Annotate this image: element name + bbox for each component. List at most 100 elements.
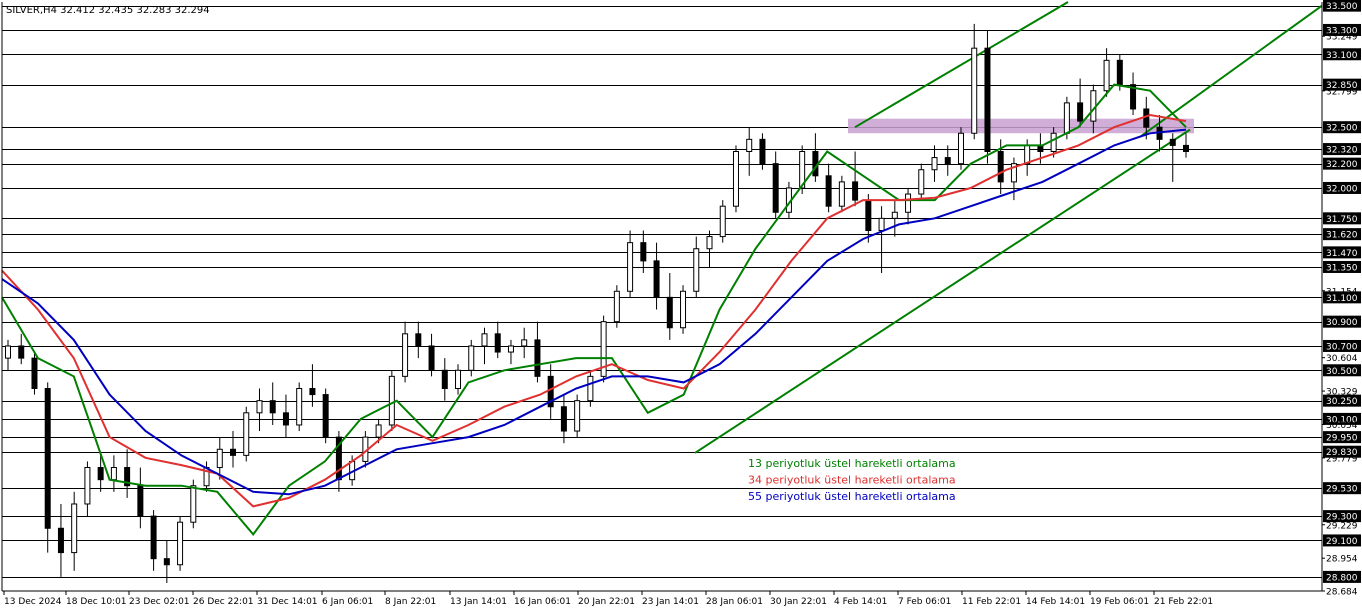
candle — [150, 510, 157, 571]
y-tick-label: 30.700 — [1326, 342, 1358, 352]
candle-body — [680, 290, 687, 329]
candle — [322, 388, 329, 444]
candle-body — [534, 339, 541, 377]
candle — [71, 491, 78, 571]
candle — [878, 206, 885, 274]
legend-item: 34 periyotluk üstel hareketli ortalama — [748, 474, 956, 487]
candle-body — [666, 296, 673, 329]
candle — [534, 321, 541, 383]
candle-body — [931, 157, 938, 171]
candle — [931, 145, 938, 182]
ema-line-2 — [1, 113, 1187, 508]
candle-body — [1116, 59, 1123, 86]
candle-body — [468, 345, 475, 371]
candle-body — [1063, 102, 1070, 134]
candle — [574, 394, 581, 438]
x-tick-label: 7 Feb 06:01 — [898, 597, 951, 607]
y-tick-label: 32.000 — [1326, 184, 1358, 194]
trend-channels — [694, 1, 1323, 454]
candle-body — [1169, 138, 1176, 146]
candle-body — [957, 132, 964, 165]
x-tick-label: 28 Jan 06:01 — [706, 597, 763, 607]
axes — [1, 2, 1323, 592]
candle-body — [944, 157, 951, 165]
candle-body — [18, 345, 25, 359]
candle — [1010, 157, 1017, 201]
y-tick-label: 33.249 — [1326, 33, 1358, 43]
candle-body — [269, 400, 276, 414]
candle-body — [1024, 144, 1031, 165]
candle — [282, 394, 289, 438]
candle-body — [494, 333, 501, 353]
x-tick-label: 14 Feb 14:01 — [1026, 597, 1085, 607]
candle-body — [1103, 59, 1110, 92]
candle — [269, 382, 276, 425]
candle-body — [574, 400, 581, 432]
candle — [402, 321, 409, 383]
candle — [719, 200, 726, 243]
candle-body — [891, 211, 898, 219]
candle-body — [865, 199, 872, 232]
candle — [640, 230, 647, 274]
candle-body — [772, 163, 779, 213]
candle-body — [1183, 144, 1189, 152]
candle-body — [1077, 102, 1084, 122]
candle-body — [455, 369, 462, 390]
y-tick-label: 29.779 — [1326, 454, 1358, 464]
candle-body — [402, 333, 409, 377]
y-tick-boxed: 33.500 — [1323, 0, 1361, 12]
candlestick-chart: 33.50033.30033.10032.85032.50032.32032.2… — [1, 0, 1361, 607]
candle-body — [322, 394, 329, 438]
candle — [507, 339, 514, 365]
candle-body — [732, 150, 739, 207]
y-tick-label: 32.320 — [1326, 146, 1358, 156]
y-tick-boxed: 31.350 — [1323, 260, 1361, 273]
candle — [1169, 133, 1176, 182]
y-tick-boxed: 33.100 — [1323, 48, 1361, 61]
candle — [428, 333, 435, 377]
x-tick-label: 13 Dec 2024 — [4, 597, 62, 607]
candle-body — [282, 412, 289, 426]
y-tick-label: 32.799 — [1326, 87, 1358, 97]
candle — [177, 516, 184, 571]
candle — [110, 455, 117, 492]
candle — [812, 133, 819, 182]
x-tick-label: 11 Feb 22:01 — [962, 597, 1021, 607]
candle — [163, 540, 170, 583]
candle — [693, 236, 700, 298]
candle-body — [57, 527, 64, 554]
y-tick-label: 33.500 — [1326, 2, 1358, 12]
candle-body — [918, 169, 925, 195]
candle-body — [216, 448, 223, 469]
x-tick-label: 6 Jan 06:01 — [322, 597, 373, 607]
candle — [521, 327, 528, 359]
candle-body — [44, 388, 51, 529]
x-tick-label: 23 Dec 02:01 — [129, 597, 190, 607]
y-tick-label: 28.954 — [1326, 555, 1358, 565]
candle — [124, 449, 131, 498]
candle — [971, 23, 978, 140]
y-tick-label: 31.350 — [1326, 263, 1358, 273]
y-tick-boxed: 31.620 — [1323, 228, 1361, 241]
candle-body — [5, 345, 11, 359]
y-tick-boxed: 31.470 — [1323, 246, 1361, 259]
candle-body — [560, 406, 567, 432]
candle-body — [110, 467, 117, 481]
channel-line — [854, 1, 1069, 129]
candle-body — [852, 181, 859, 201]
y-tick-boxed: 31.750 — [1323, 212, 1361, 225]
y-tick-label: 30.054 — [1326, 421, 1358, 431]
candle — [746, 127, 753, 176]
y-tick-boxed: 28.800 — [1323, 570, 1361, 583]
candle-body — [31, 357, 38, 390]
candle-body — [613, 290, 620, 323]
x-tick-label: 26 Dec 22:01 — [193, 597, 254, 607]
y-tick-boxed: 30.500 — [1323, 364, 1361, 377]
y-tick-label: 30.900 — [1326, 318, 1358, 328]
candle-body — [388, 375, 395, 426]
candle — [57, 503, 64, 577]
y-tick-boxed: 32.200 — [1323, 157, 1361, 170]
candle — [441, 358, 448, 401]
candle — [335, 431, 342, 492]
candle — [44, 382, 51, 553]
